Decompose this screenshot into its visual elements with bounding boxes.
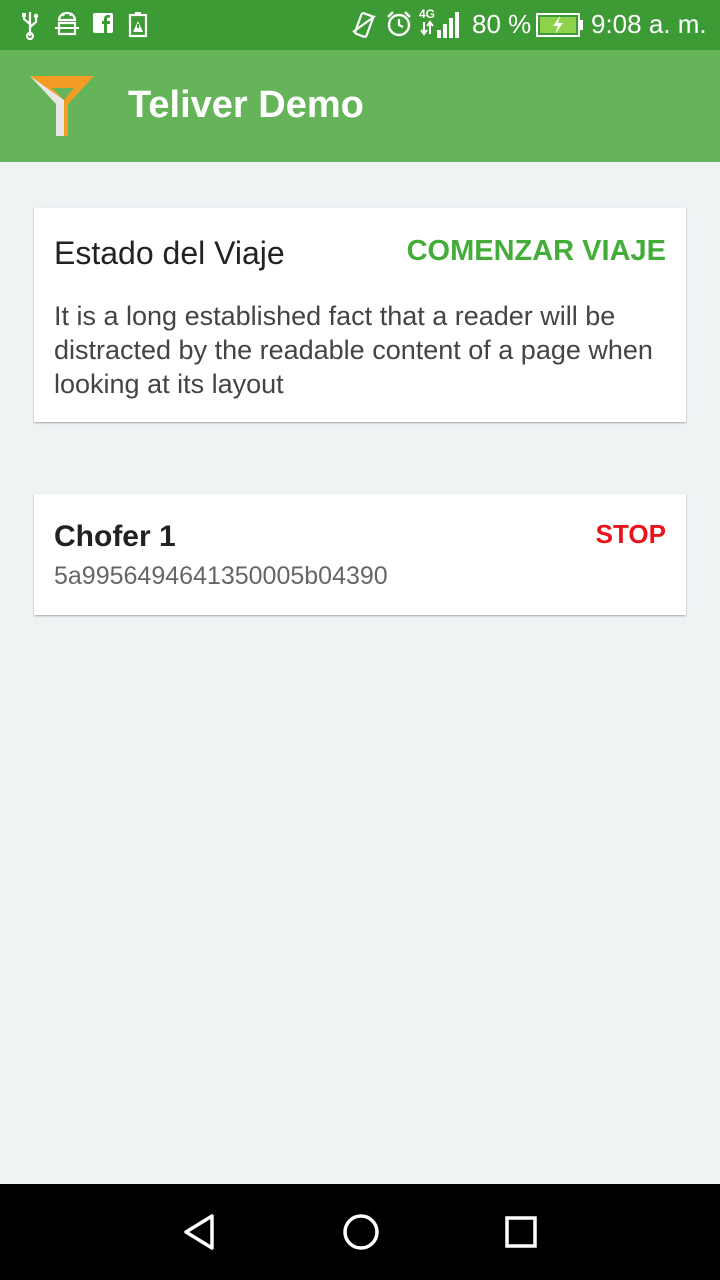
status-time: 9:08 a. m. bbox=[591, 9, 707, 39]
status-bar: 4G 80 % 9:08 a. m. bbox=[0, 0, 720, 50]
trip-status-card: Estado del Viaje COMENZAR VIAJE It is a … bbox=[34, 208, 686, 422]
driver-name: Chofer 1 bbox=[54, 520, 176, 553]
recents-icon[interactable] bbox=[499, 1210, 543, 1254]
android-debug-icon bbox=[55, 11, 79, 36]
driver-card[interactable]: Chofer 1 5a995649464135000​5b04390 STOP bbox=[34, 494, 686, 615]
app-bar: Teliver Demo bbox=[0, 50, 720, 162]
alarm-icon bbox=[387, 11, 411, 37]
signal-icon bbox=[420, 12, 459, 38]
app-title: Teliver Demo bbox=[128, 84, 364, 126]
usb-icon bbox=[22, 12, 39, 40]
back-icon[interactable] bbox=[178, 1210, 222, 1254]
battery-percent: 80 % bbox=[472, 9, 532, 39]
trip-status-title: Estado del Viaje bbox=[54, 235, 285, 271]
teliver-logo bbox=[30, 76, 94, 136]
battery-charging-icon bbox=[536, 13, 583, 37]
trip-status-description: It is a long established fact that a rea… bbox=[54, 301, 653, 399]
battery-alert-icon bbox=[128, 12, 148, 38]
start-trip-button[interactable]: COMENZAR VIAJE bbox=[407, 235, 666, 268]
facebook-icon bbox=[93, 13, 113, 33]
stop-button[interactable]: STOP bbox=[596, 519, 666, 550]
driver-id: 5a995649464135000​5b04390 bbox=[54, 562, 388, 590]
home-icon[interactable] bbox=[339, 1210, 383, 1254]
vibrate-icon bbox=[352, 12, 376, 38]
navigation-bar bbox=[0, 1184, 720, 1280]
